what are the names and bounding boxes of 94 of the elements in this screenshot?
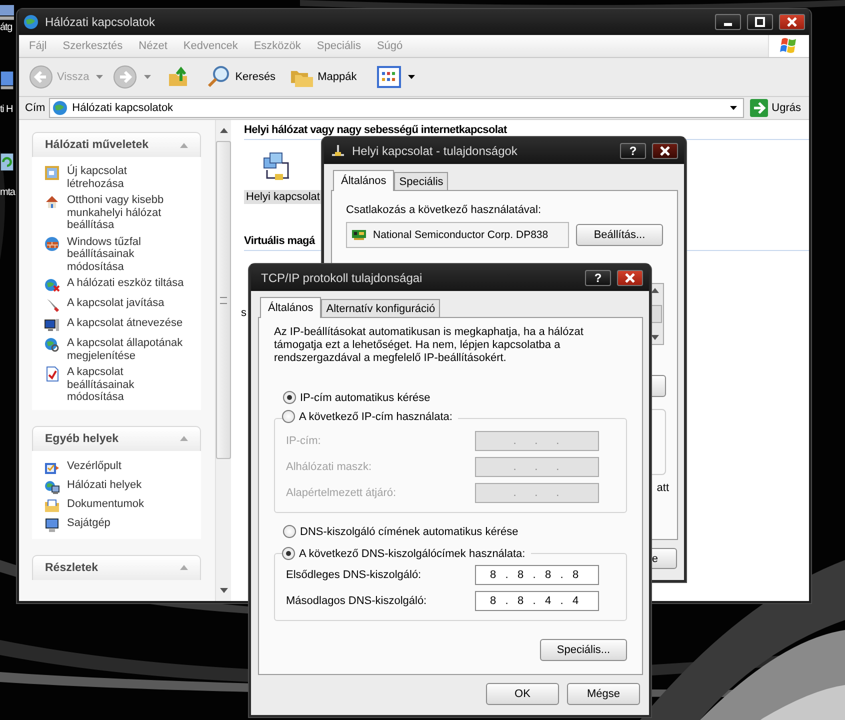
folders-button[interactable]: Mappák <box>288 62 359 92</box>
group-heading: Helyi hálózat vagy nagy sebességű internetkapcsolat <box>244 124 507 136</box>
task-link[interactable]: Sajátgép <box>67 516 110 529</box>
field-label: Alapértelmezett átjáró: <box>286 487 396 499</box>
globe-icon <box>52 100 68 116</box>
field-label: Elsődleges DNS-kiszolgáló: <box>286 569 422 581</box>
radio-button[interactable]: DNS-kiszolgáló címének automatikus kérése <box>283 525 518 538</box>
configure-button[interactable]: Beállítás... <box>576 224 663 246</box>
desktop-icon-label[interactable]: mta <box>0 186 15 199</box>
caret-icon <box>408 75 415 79</box>
address-label: Cím <box>25 102 46 114</box>
caret-icon <box>144 75 152 79</box>
maximize-icon <box>754 17 766 27</box>
brick-globe-icon <box>44 236 60 252</box>
maximize-button[interactable] <box>747 14 773 30</box>
panel-header[interactable]: Hálózati műveletek <box>32 132 201 157</box>
document-check-icon <box>44 366 60 382</box>
close-icon <box>786 17 798 27</box>
task-link[interactable]: A kapcsolat állapotának megjelenítése <box>67 337 183 362</box>
checkbox-label: att <box>656 482 669 494</box>
task-link[interactable]: Új kapcsolat létrehozása <box>67 165 127 190</box>
folder-icon <box>44 498 60 514</box>
task-link[interactable]: A kapcsolat beállításainak módosítása <box>67 366 134 404</box>
ip-address-field[interactable]: 8 . 8 . 8 . 8 <box>475 565 599 585</box>
task-link[interactable]: Vezérlőpult <box>67 460 122 472</box>
group-heading: Virtuális magá <box>244 235 315 247</box>
panel-header[interactable]: Részletek <box>32 554 201 580</box>
advanced-button[interactable]: Speciális... <box>540 639 627 661</box>
window-title: Hálózati kapcsolatok <box>45 15 156 29</box>
search-button[interactable]: Keresés <box>205 62 278 92</box>
window-title: Helyi kapcsolat - tulajdonságok <box>352 144 518 158</box>
go-button[interactable]: Ugrás <box>748 98 807 118</box>
help-button[interactable]: ? <box>585 270 611 286</box>
arrow-up-icon[interactable] <box>220 128 228 133</box>
picture-frame-icon <box>44 165 60 181</box>
radio-button[interactable]: A következő DNS-kiszolgálócímek használata: <box>282 547 526 560</box>
house-icon <box>44 194 60 210</box>
flag-logo <box>779 36 799 56</box>
globe-computer-icon <box>44 478 60 494</box>
globe-magnifier-icon <box>44 337 60 353</box>
tab[interactable]: Alternatív konfiguráció <box>321 299 440 317</box>
computer-icon <box>0 2 14 22</box>
arrow-icon <box>750 99 768 117</box>
item-label: s <box>241 307 246 319</box>
arrow-down-icon[interactable] <box>220 588 228 593</box>
field-label: Másodlagos DNS-kiszolgáló: <box>286 595 427 607</box>
monitor-icon <box>44 317 60 333</box>
close-button[interactable] <box>652 142 678 158</box>
desktop-icon-label[interactable]: átg <box>0 21 12 34</box>
task-link[interactable]: A kapcsolat javítása <box>67 297 164 310</box>
cancel-button[interactable]: Mégse <box>567 683 640 705</box>
minimize-button[interactable] <box>715 14 741 30</box>
ok-button[interactable]: OK <box>486 683 559 705</box>
search-icon <box>207 65 232 89</box>
task-link[interactable]: Dokumentumok <box>67 498 144 510</box>
adapter-box: National Semiconductor Corp. DP838 <box>346 222 569 248</box>
tab[interactable]: Speciális <box>394 172 448 190</box>
views-icon <box>376 65 401 89</box>
address-field[interactable]: Hálózati kapcsolatok <box>49 98 744 118</box>
panel-header[interactable]: Egyéb helyek <box>32 426 201 450</box>
radio-button[interactable]: IP-cím automatikus kérése <box>283 391 430 404</box>
network-card-icon <box>351 227 367 243</box>
help-button[interactable]: ? <box>620 142 646 158</box>
task-link[interactable]: Hálózati helyek <box>67 478 142 491</box>
window-title: TCP/IP protokoll tulajdonságai <box>260 270 422 284</box>
scrollbar[interactable] <box>215 120 231 601</box>
dropdown-arrow-icon[interactable] <box>730 106 737 110</box>
close-icon <box>659 146 671 156</box>
recycle-icon <box>0 152 14 172</box>
connect-label: Csatlakozás a következő használatával: <box>346 204 542 216</box>
computer-icon <box>0 70 14 90</box>
task-link[interactable]: A hálózati eszköz tiltása <box>67 277 184 290</box>
network-icon <box>330 142 346 158</box>
caret-icon <box>96 75 104 79</box>
task-link[interactable]: Windows tűzfal beállításainak módosítása <box>67 236 141 273</box>
tab[interactable]: Általános <box>333 170 394 191</box>
close-button[interactable] <box>617 270 643 286</box>
globe-icon <box>23 14 39 30</box>
connection-label[interactable]: Helyi kapcsolat <box>244 190 322 204</box>
description-text: Az IP-beállításokat automatikusan is megkaphatja, ha a hálózat támogatja ezt a lehetőséget. Ha nem, lépjen kapcsolatba a rendszergazdával a megfelelő IP-beállításokért. <box>274 326 584 365</box>
arrow-up-icon[interactable] <box>651 288 659 293</box>
radio-button[interactable]: A következő IP-cím használata: <box>282 410 452 423</box>
globe-cross-icon <box>44 277 60 293</box>
task-link[interactable]: Otthoni vagy kisebb munkahelyi hálózat beállítása <box>67 194 164 232</box>
close-button[interactable] <box>779 14 805 30</box>
close-icon <box>624 272 636 282</box>
field-label: Alhálózati maszk: <box>286 461 372 473</box>
arrow-down-icon[interactable] <box>651 335 659 340</box>
tab[interactable]: Általános <box>260 297 322 318</box>
field-label: IP-cím: <box>286 435 321 447</box>
ip-address-field[interactable]: 8 . 8 . 4 . 4 <box>475 591 599 611</box>
task-link[interactable]: A kapcsolat átnevezése <box>67 317 183 330</box>
computer-icon <box>44 516 60 532</box>
desktop-icon-label[interactable]: ti H <box>0 103 13 116</box>
